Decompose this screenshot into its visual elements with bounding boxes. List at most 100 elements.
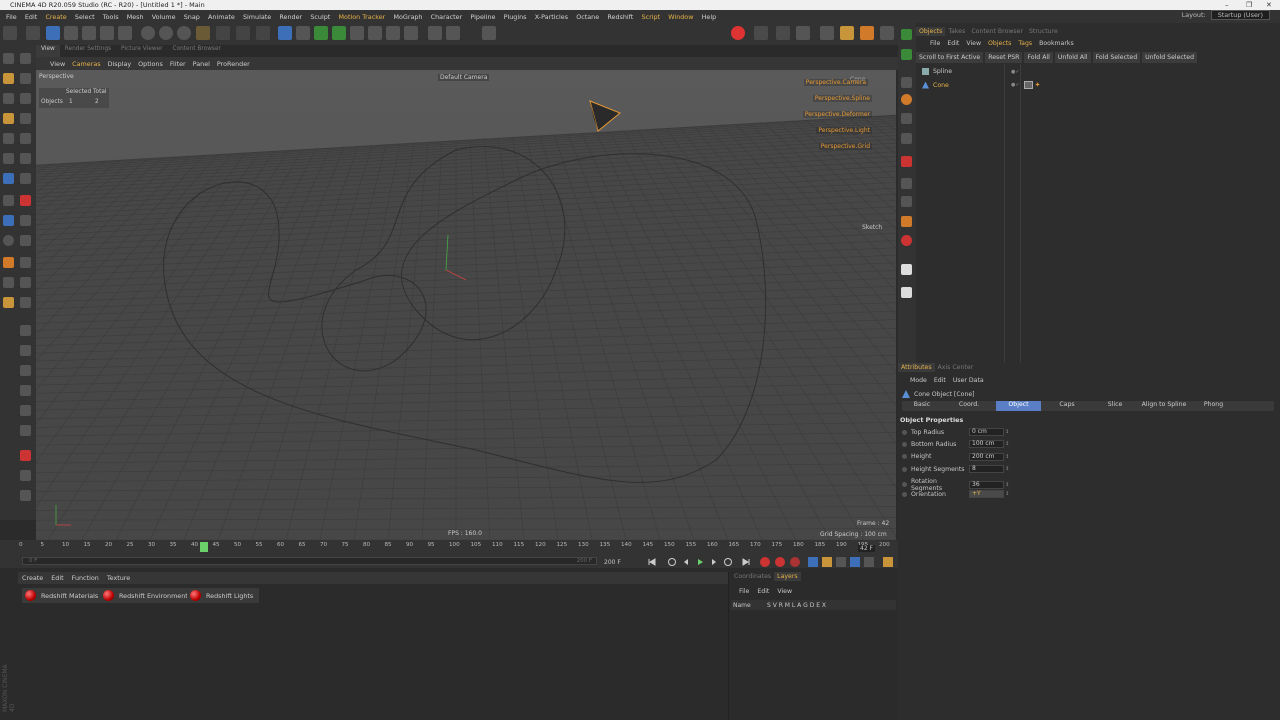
viewport-menu-options[interactable]: Options (138, 60, 163, 68)
next-frame-icon[interactable] (709, 557, 719, 567)
object-button-fold-selected[interactable]: Fold Selected (1092, 52, 1141, 63)
menu-mesh[interactable]: Mesh (127, 13, 144, 21)
subtab-basic[interactable]: Basic (902, 401, 942, 411)
layout-value[interactable]: Startup (User) (1210, 10, 1270, 20)
menu-animate[interactable]: Animate (208, 13, 235, 21)
script-icon[interactable] (901, 94, 912, 105)
camera-icon[interactable] (386, 26, 400, 40)
key-parameter-icon[interactable] (850, 557, 860, 567)
subtab-slice[interactable]: Slice (1093, 401, 1137, 411)
magnet-icon[interactable] (20, 215, 31, 226)
menu-plugins[interactable]: Plugins (504, 13, 527, 21)
height-segments-field[interactable]: 8 (969, 465, 1004, 474)
menu-edit[interactable]: Edit (25, 13, 37, 21)
sculpt-pinch-icon[interactable] (20, 257, 31, 268)
cube-icon[interactable] (278, 26, 292, 40)
animate-dot-icon[interactable] (902, 454, 907, 460)
sculpt-grab-icon[interactable] (20, 235, 31, 246)
redo-icon[interactable] (26, 26, 40, 40)
sculpt-scrape-icon[interactable] (20, 405, 31, 416)
layers-menu-file[interactable]: File (739, 588, 749, 595)
object-tab-takes[interactable]: Takes (945, 27, 968, 36)
sculpt-knife-icon[interactable] (20, 297, 31, 308)
height-field[interactable]: 200 cm (969, 452, 1004, 461)
subtab-align-to-spline[interactable]: Align to Spline (1139, 401, 1189, 411)
menu-script[interactable]: Script (642, 13, 661, 21)
python-icon[interactable] (428, 26, 442, 40)
viewport-menu-display[interactable]: Display (108, 60, 132, 68)
menu-tools[interactable]: Tools (103, 13, 119, 21)
viewport-menu-filter[interactable]: Filter (170, 60, 186, 68)
subdivision-icon[interactable] (314, 26, 328, 40)
material-button-redshift-materials[interactable]: Redshift Materials (22, 588, 105, 603)
redshift-snapshot-icon[interactable] (776, 26, 790, 40)
viewport-tab-picture-viewer[interactable]: Picture Viewer (116, 45, 167, 57)
max-frame-field[interactable]: 200 F (577, 558, 592, 564)
animate-dot-icon[interactable] (902, 441, 907, 447)
menu-mograph[interactable]: MoGraph (393, 13, 422, 21)
sculpt-inflate-icon[interactable] (3, 257, 14, 268)
menu-render[interactable]: Render (279, 13, 302, 21)
next-key-icon[interactable] (723, 557, 733, 567)
floor-icon[interactable] (368, 26, 382, 40)
object-button-unfold-selected[interactable]: Unfold Selected (1142, 52, 1197, 63)
material-menu-create[interactable]: Create (22, 574, 43, 582)
z-axis-icon[interactable] (177, 26, 191, 40)
attributes-menu-user-data[interactable]: User Data (953, 377, 984, 384)
stepper-icon[interactable]: ↕ (1005, 454, 1009, 460)
animate-dot-icon[interactable] (902, 482, 907, 488)
subtab-caps[interactable]: Caps (1043, 401, 1091, 411)
sculpt-amplify-icon[interactable] (20, 345, 31, 356)
material-button-redshift-environment[interactable]: Redshift Environment (100, 588, 194, 603)
stepper-icon[interactable]: ↕ (1005, 441, 1009, 447)
tool-preset-icon[interactable] (901, 178, 912, 189)
object-button-unfold-all[interactable]: Unfold All (1054, 52, 1091, 63)
attributes-menu-edit[interactable]: Edit (934, 377, 946, 384)
rig-icon[interactable] (901, 216, 912, 227)
sculpt-repeat-icon[interactable] (20, 325, 31, 336)
menu-motion-tracker[interactable]: Motion Tracker (339, 13, 386, 21)
fullscreen-icon[interactable] (482, 26, 496, 40)
menu-select[interactable]: Select (75, 13, 95, 21)
rotate-tool-icon[interactable] (100, 26, 114, 40)
object-tab-structure[interactable]: Structure (1026, 27, 1061, 36)
menu-character[interactable]: Character (431, 13, 463, 21)
stepper-icon[interactable]: ↕ (1005, 429, 1009, 435)
redshift-tag-icon[interactable]: ✦ (1035, 81, 1041, 89)
object-menu-objects[interactable]: Objects (988, 40, 1011, 47)
end-frame-field[interactable]: 200 F (604, 559, 621, 566)
recent-tool-icon[interactable] (118, 26, 132, 40)
pen-spline-icon[interactable] (296, 26, 310, 40)
model-mode-icon[interactable] (20, 53, 31, 64)
viewport-menu-cameras[interactable]: Cameras (72, 60, 100, 68)
material-menu-texture[interactable]: Texture (107, 574, 130, 582)
layer-manager-icon[interactable] (901, 77, 912, 88)
redshift-camera-icon[interactable] (901, 235, 912, 246)
deformer-icon[interactable] (350, 26, 364, 40)
material-menu-function[interactable]: Function (72, 574, 99, 582)
sculpt-wax-icon[interactable] (3, 297, 14, 308)
redshift-material-icon[interactable] (796, 26, 810, 40)
menu-pipeline[interactable]: Pipeline (470, 13, 495, 21)
menu-help[interactable]: Help (702, 13, 717, 21)
animate-dot-icon[interactable] (902, 466, 907, 472)
min-frame-field[interactable]: 0 F (29, 558, 37, 564)
menu-sculpt[interactable]: Sculpt (310, 13, 330, 21)
sculpt-layer-icon[interactable] (20, 470, 31, 481)
coordinate-system-icon[interactable] (196, 26, 210, 40)
viewport-tab-render-settings[interactable]: Render Settings (60, 45, 116, 57)
maximize-icon[interactable]: ❐ (1246, 0, 1252, 10)
workplane-icon[interactable] (20, 73, 31, 84)
object-menu-bookmarks[interactable]: Bookmarks (1039, 40, 1074, 47)
viewport-menu-panel[interactable]: Panel (193, 60, 210, 68)
viewport-menu-prorender[interactable]: ProRender (217, 60, 250, 68)
soft-selection-icon[interactable] (3, 173, 14, 184)
brush-icon[interactable] (3, 215, 14, 226)
sculpt-smooth-icon[interactable] (3, 235, 14, 246)
object-menu-view[interactable]: View (966, 40, 981, 47)
menu-file[interactable]: File (6, 13, 17, 21)
record-keys-icon[interactable] (20, 195, 31, 206)
subtab-object[interactable]: Object (996, 401, 1041, 411)
redshift-render-icon[interactable] (731, 26, 745, 40)
sculpt-bake-icon[interactable] (20, 450, 31, 461)
